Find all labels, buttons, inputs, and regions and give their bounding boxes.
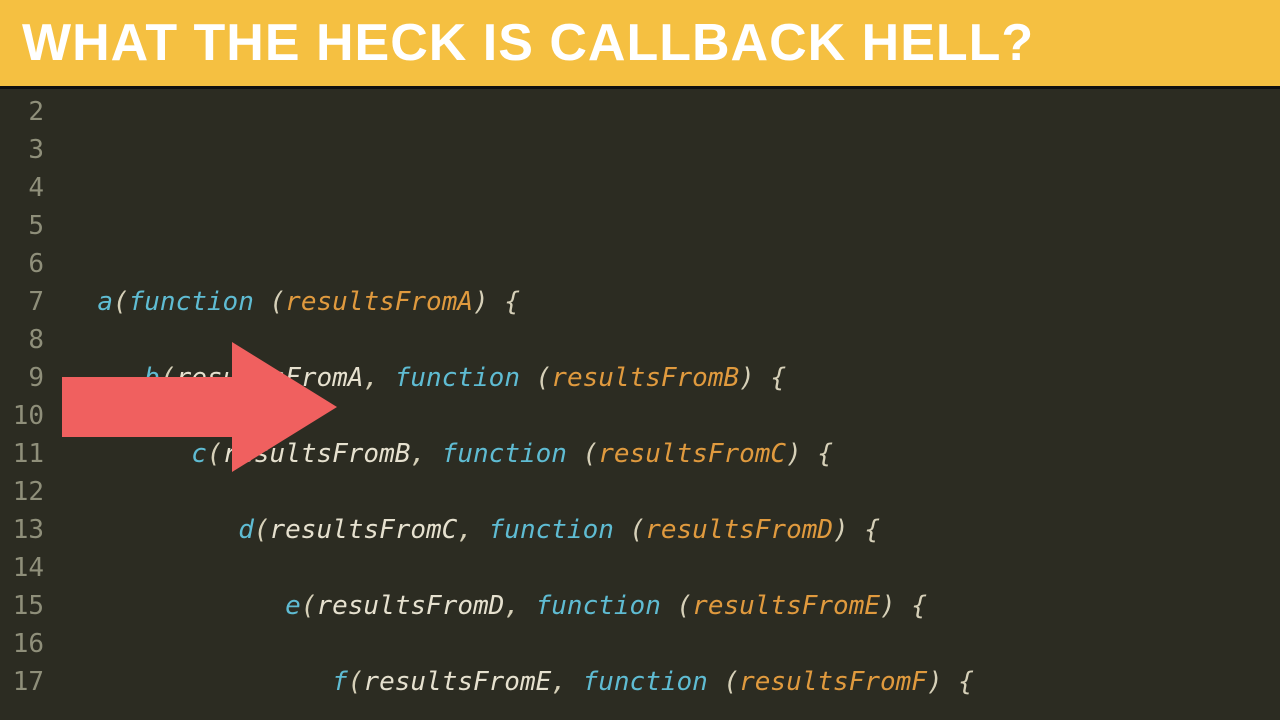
line-number: 17 xyxy=(0,663,44,701)
line-number: 8 xyxy=(0,321,44,359)
code-line: e(resultsFromD, function (resultsFromE) … xyxy=(66,587,1280,625)
line-number: 16 xyxy=(0,625,44,663)
line-number: 11 xyxy=(0,435,44,473)
line-number: 6 xyxy=(0,245,44,283)
code-line: b(resultsFromA, function (resultsFromB) … xyxy=(66,359,1280,397)
code-line xyxy=(66,207,1280,245)
line-number: 2 xyxy=(0,93,44,131)
line-number: 13 xyxy=(0,511,44,549)
line-number-gutter: 2 3 4 5 6 7 8 9 10 11 12 13 14 15 16 17 xyxy=(0,89,52,720)
line-number: 3 xyxy=(0,131,44,169)
code-content: a(function (resultsFromA) { b(resultsFro… xyxy=(52,89,1280,720)
code-line: a(function (resultsFromA) { xyxy=(66,283,1280,321)
code-line: d(resultsFromC, function (resultsFromD) … xyxy=(66,511,1280,549)
title-banner: WHAT THE HECK IS CALLBACK HELL? xyxy=(0,0,1280,89)
line-number: 10 xyxy=(0,397,44,435)
code-line: c(resultsFromB, function (resultsFromC) … xyxy=(66,435,1280,473)
line-number: 5 xyxy=(0,207,44,245)
line-number: 15 xyxy=(0,587,44,625)
code-editor: 2 3 4 5 6 7 8 9 10 11 12 13 14 15 16 17 … xyxy=(0,89,1280,720)
code-line xyxy=(66,131,1280,169)
line-number: 14 xyxy=(0,549,44,587)
line-number: 12 xyxy=(0,473,44,511)
line-number: 7 xyxy=(0,283,44,321)
title-text: WHAT THE HECK IS CALLBACK HELL? xyxy=(22,13,1034,73)
line-number: 4 xyxy=(0,169,44,207)
code-line: f(resultsFromE, function (resultsFromF) … xyxy=(66,663,1280,701)
line-number: 9 xyxy=(0,359,44,397)
